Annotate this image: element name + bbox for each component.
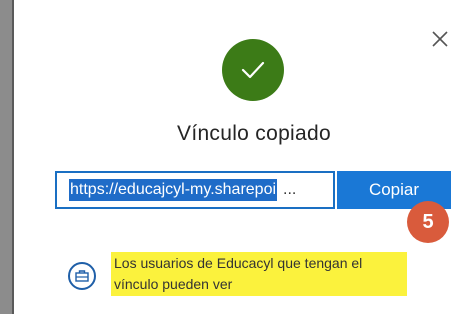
close-icon [432, 31, 448, 47]
permission-line-2: vínculo pueden ver [114, 276, 233, 292]
link-url-field[interactable]: https://educajcyl-my.sharepoi ... [55, 171, 335, 209]
close-button[interactable] [429, 28, 451, 50]
link-permission-settings[interactable]: Los usuarios de Educacyl que tengan el v… [111, 252, 407, 296]
background-window-edge [0, 0, 12, 314]
permission-line-1: Los usuarios de Educacyl que tengan el [114, 255, 363, 271]
success-badge [222, 39, 284, 101]
organization-icon[interactable] [68, 262, 96, 290]
dialog-title: Vínculo copiado [177, 122, 331, 145]
link-url-ellipsis: ... [283, 181, 297, 198]
checkmark-icon [241, 61, 265, 79]
link-url-text[interactable]: https://educajcyl-my.sharepoi [69, 179, 278, 201]
link-copied-dialog: Vínculo copiado https://educajcyl-my.sha… [12, 0, 451, 314]
step-number-badge: 5 [407, 201, 449, 243]
